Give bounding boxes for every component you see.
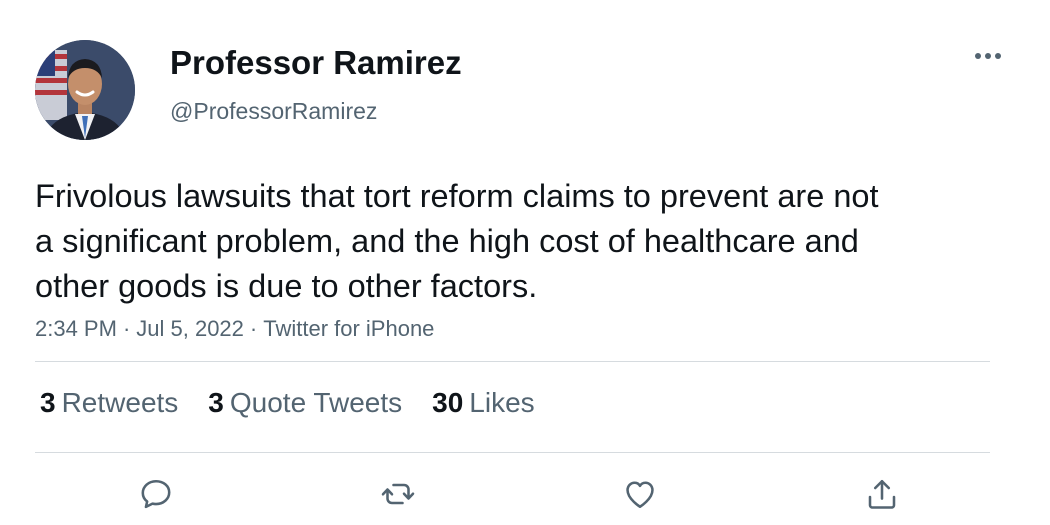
avatar[interactable] — [35, 40, 135, 140]
tweet-source[interactable]: Twitter for iPhone — [263, 316, 434, 341]
speech-bubble-icon — [141, 479, 171, 509]
tweet-date[interactable]: Jul 5, 2022 — [136, 316, 244, 341]
display-name[interactable]: Professor Ramirez — [170, 44, 462, 82]
likes-count: 30 — [432, 387, 464, 418]
profile-photo — [35, 40, 135, 140]
retweets-label: Retweets — [61, 387, 179, 418]
likes-label: Likes — [469, 387, 535, 418]
divider — [35, 361, 990, 362]
retweets-count: 3 — [40, 387, 56, 418]
upload-share-icon — [868, 479, 896, 509]
quote-tweets-label: Quote Tweets — [229, 387, 403, 418]
meta-separator: · — [249, 316, 258, 341]
divider — [35, 452, 990, 453]
tweet-text: Frivolous lawsuits that tort reform clai… — [35, 178, 879, 304]
more-dots-icon — [975, 53, 1001, 59]
engagement-stats: 3 Retweets 3 Quote Tweets 30 Likes — [40, 387, 565, 419]
quote-tweets-count: 3 — [208, 387, 224, 418]
quote-tweets-stat[interactable]: 3 Quote Tweets — [208, 387, 402, 419]
retweet-arrows-icon — [381, 483, 415, 505]
share-button[interactable] — [862, 474, 902, 514]
reply-button[interactable] — [136, 474, 176, 514]
retweet-button[interactable] — [378, 474, 418, 514]
meta-separator: · — [122, 316, 131, 341]
heart-icon — [626, 481, 654, 509]
tweet-time[interactable]: 2:34 PM — [35, 316, 117, 341]
likes-stat[interactable]: 30 Likes — [432, 387, 535, 419]
like-button[interactable] — [620, 474, 660, 514]
more-options-button[interactable] — [970, 42, 1006, 70]
user-handle[interactable]: @ProfessorRamirez — [170, 98, 377, 125]
retweets-stat[interactable]: 3 Retweets — [40, 387, 178, 419]
tweet-metadata: 2:34 PM · Jul 5, 2022 · Twitter for iPhone — [35, 316, 434, 342]
